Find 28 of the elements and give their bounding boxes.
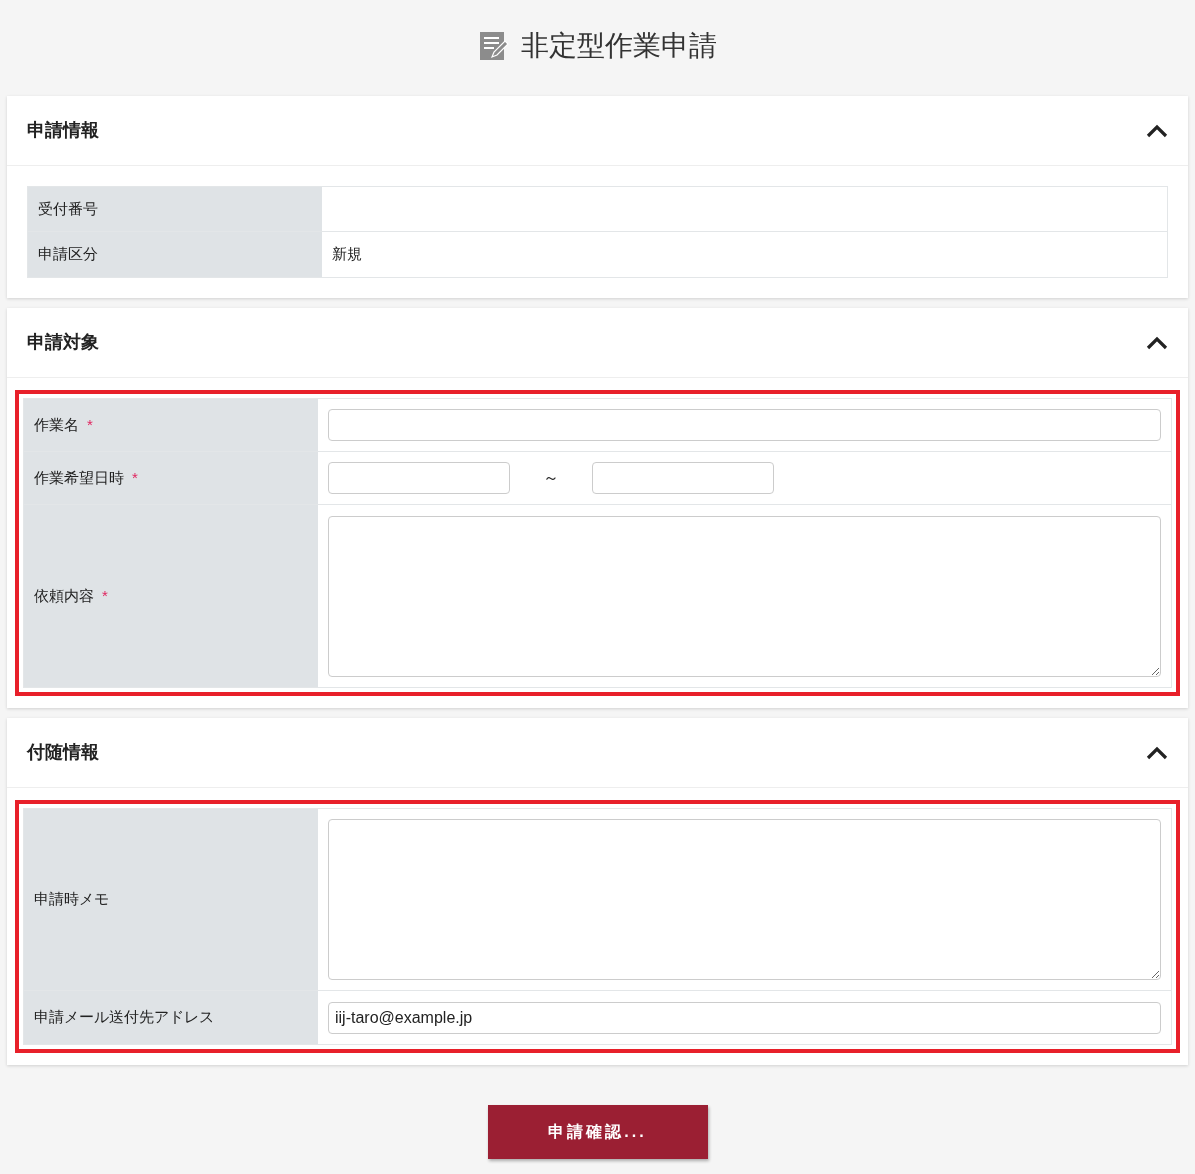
required-mark: * bbox=[102, 585, 108, 606]
field-value: 新規 bbox=[332, 244, 362, 265]
date-input[interactable] bbox=[328, 462, 510, 494]
field-label: 作業名 bbox=[34, 414, 79, 435]
text-input[interactable]: iij-taro@example.jp bbox=[328, 1001, 1161, 1034]
field-label: 作業希望日時 bbox=[34, 467, 124, 488]
field-label: 受付番号 bbox=[38, 198, 98, 219]
document-edit-icon bbox=[478, 31, 509, 61]
field-label: 申請区分 bbox=[38, 244, 98, 265]
chevron-up-icon[interactable] bbox=[1146, 745, 1168, 760]
confirm-button[interactable]: 申請確認... bbox=[487, 1105, 708, 1159]
required-mark: * bbox=[87, 414, 93, 435]
field-label: 申請メール送付先アドレス bbox=[34, 1007, 214, 1028]
field-label: 申請時メモ bbox=[34, 889, 109, 910]
section-header[interactable]: 申請対象 bbox=[7, 308, 1188, 378]
chevron-up-icon[interactable] bbox=[1146, 123, 1168, 138]
range-separator: ～ bbox=[543, 468, 559, 488]
date-input[interactable] bbox=[592, 462, 774, 494]
field-label: 依頼内容 bbox=[34, 585, 94, 606]
section-heading: 申請対象 bbox=[27, 331, 99, 354]
required-mark: * bbox=[132, 467, 138, 488]
section-header[interactable]: 付随情報 bbox=[7, 718, 1188, 788]
text-input[interactable] bbox=[328, 409, 1161, 441]
chevron-up-icon[interactable] bbox=[1146, 335, 1168, 350]
section-heading: 付随情報 bbox=[27, 741, 99, 764]
section-heading: 申請情報 bbox=[27, 119, 99, 142]
section-header[interactable]: 申請情報 bbox=[7, 96, 1188, 166]
page-title: 非定型作業申請 bbox=[520, 29, 717, 63]
